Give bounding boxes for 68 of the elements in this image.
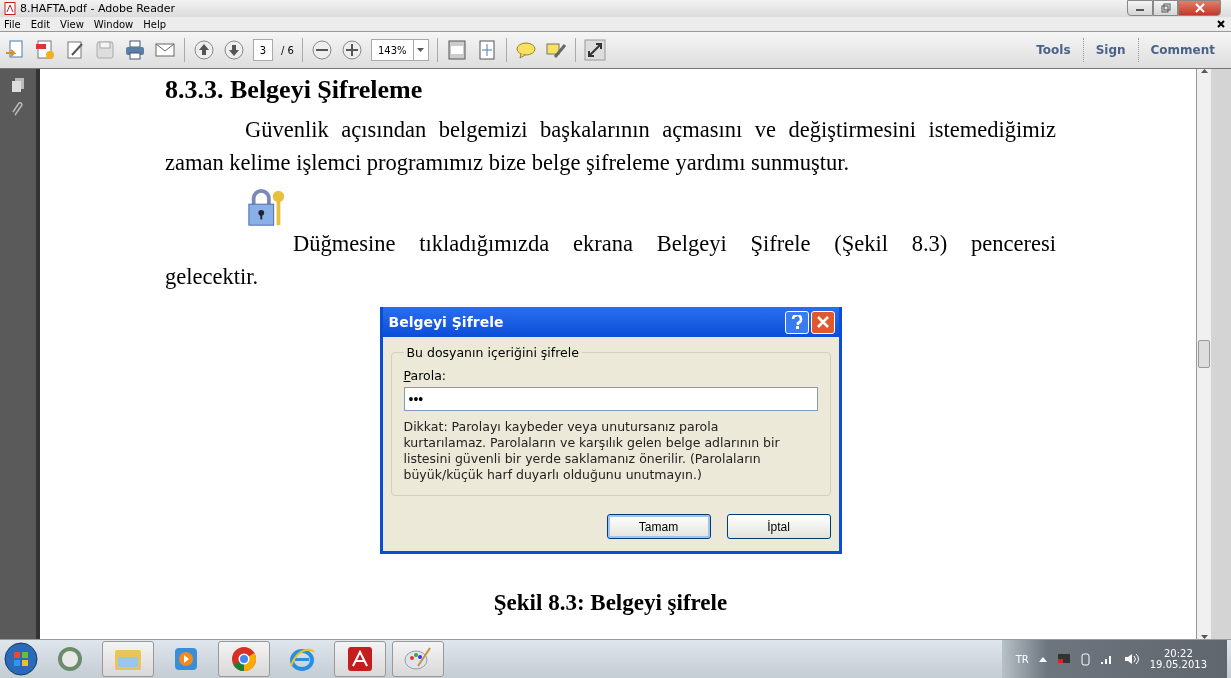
- speaker-icon[interactable]: [1123, 652, 1140, 666]
- figure-caption: Şekil 8.3: Belgeyi şifrele: [492, 590, 729, 616]
- browser-icon: [231, 646, 257, 672]
- pages-icon[interactable]: [11, 77, 25, 93]
- fit-width-icon[interactable]: [445, 39, 468, 61]
- section-heading: 8.3.3. Belgeyi Şifreleme: [165, 75, 424, 105]
- palette-icon: [404, 646, 432, 672]
- zoom-field[interactable]: 143%: [370, 39, 429, 61]
- page-number-field[interactable]: 3: [253, 39, 273, 61]
- caret-icon[interactable]: [1038, 656, 1047, 662]
- help-icon: [790, 315, 803, 329]
- disc-icon: [57, 646, 83, 672]
- taskbar-button[interactable]: [102, 641, 154, 677]
- dialog-button[interactable]: İptal: [726, 514, 831, 539]
- restore-icon: [1160, 3, 1171, 13]
- zoom-out-icon[interactable]: [310, 39, 333, 61]
- arrow-up-icon[interactable]: [193, 39, 215, 61]
- dialog-title: Belgeyi Şifrele: [388, 314, 505, 330]
- globe-e-icon: [289, 646, 315, 672]
- folder-icon: [114, 647, 142, 671]
- expand-icon[interactable]: [583, 39, 606, 61]
- comment-icon[interactable]: [514, 39, 537, 61]
- toolbar-link[interactable]: Comment: [1137, 38, 1227, 62]
- close-icon[interactable]: [1217, 20, 1225, 28]
- start-button[interactable]: [4, 642, 38, 676]
- zoom-in-icon[interactable]: [340, 39, 363, 61]
- scrollbar[interactable]: [1196, 69, 1211, 639]
- warning-text: Dikkat: Parolayı kaybeder veya unutursanız parola kurtarılamaz. Parolaların ve karşılık gelen belge adlarının bir listesini güvenli bir yerde saklamanız önerilir. (Parolaların büyük/küçük harf duyarlı olduğunu unutmayın.): [403, 419, 781, 483]
- page-total: / 6: [281, 44, 294, 56]
- menu-item[interactable]: Window: [93, 18, 134, 30]
- create-pdf-icon[interactable]: [34, 39, 56, 61]
- menu-item[interactable]: Help: [143, 18, 167, 30]
- battery-icon[interactable]: [1080, 652, 1090, 666]
- edit-icon[interactable]: [64, 39, 86, 61]
- body-paragraph: Güvenlik açısından belgemizi başkalarının açmasını ve değiştirmesini istemediğimiz zaman kelime işlemci programımız bize belge şifreleme yardımı sunmuştur.: [165, 116, 1056, 177]
- restore-button[interactable]: [1153, 0, 1178, 16]
- scrollbar-thumb[interactable]: [1198, 340, 1210, 368]
- clock-date: 19.05.2013: [1149, 659, 1207, 670]
- caret-icon[interactable]: [417, 48, 425, 52]
- arrow-down-icon[interactable]: [223, 39, 245, 61]
- print-icon[interactable]: [124, 39, 146, 61]
- clock-time: 20:22: [1163, 648, 1193, 659]
- paperclip-icon[interactable]: [11, 101, 25, 117]
- open-file-icon[interactable]: [4, 39, 26, 61]
- password-field[interactable]: •••: [403, 387, 818, 411]
- toolbar-link[interactable]: Sign: [1082, 38, 1138, 62]
- pdf-icon: [4, 2, 16, 15]
- pdf-icon: [347, 646, 373, 672]
- taskbar-button[interactable]: [392, 641, 444, 677]
- window-title: 8.HAFTA.pdf - Adobe Reader: [20, 2, 177, 15]
- menu-item[interactable]: Edit: [30, 18, 51, 30]
- close-icon: [816, 316, 829, 328]
- toolbar-link[interactable]: Tools: [1024, 38, 1083, 62]
- group-label: Bu dosyanın içeriğini şifrele: [405, 345, 580, 360]
- field-label: Parola:: [403, 368, 447, 383]
- menu-item[interactable]: File: [4, 18, 21, 30]
- taskbar-button[interactable]: [334, 641, 386, 677]
- minimize-button[interactable]: [1127, 0, 1153, 16]
- body-paragraph: Düğmesine tıkladığımızda ekrana Belgeyi Şifrele (Şekil 8.3) penceresi gelecektir.: [165, 231, 1056, 289]
- menu-item[interactable]: View: [60, 18, 84, 30]
- help-button[interactable]: [784, 310, 809, 334]
- close-button[interactable]: [1178, 0, 1221, 16]
- close-icon: [1194, 3, 1205, 13]
- taskbar-button[interactable]: [218, 641, 270, 677]
- play-icon: [174, 647, 198, 671]
- signal-icon[interactable]: [1099, 653, 1114, 665]
- monitor-icon[interactable]: [1056, 653, 1071, 665]
- dialog-button[interactable]: Tamam: [606, 514, 711, 539]
